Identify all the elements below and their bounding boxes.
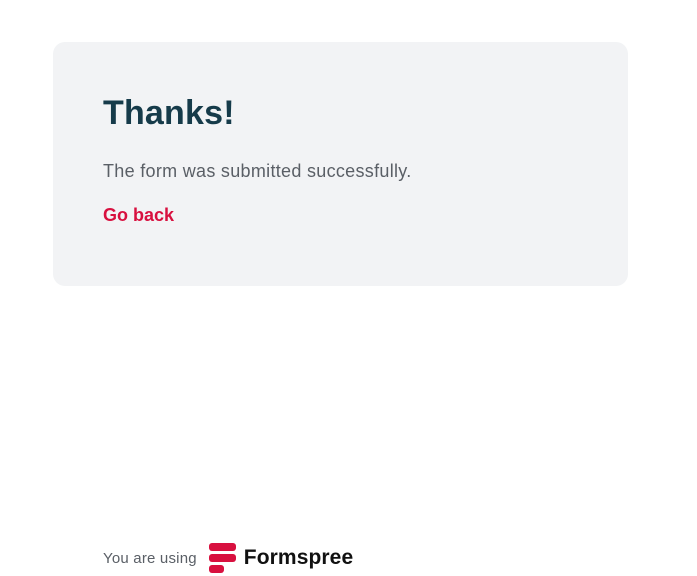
page: Thanks! The form was submitted successfu…: [0, 0, 697, 576]
success-message: The form was submitted successfully.: [103, 161, 412, 181]
go-back-link[interactable]: Go back: [103, 205, 174, 226]
formspree-logo-icon: [208, 543, 236, 573]
formspree-brand-link[interactable]: Formspree: [208, 543, 354, 573]
footer-prefix: You are using: [103, 549, 197, 567]
footer: You are using Formspree: [103, 542, 353, 574]
formspree-brand-name: Formspree: [243, 546, 354, 569]
page-title: Thanks!: [103, 94, 235, 132]
confirmation-card: Thanks! The form was submitted successfu…: [53, 42, 628, 286]
